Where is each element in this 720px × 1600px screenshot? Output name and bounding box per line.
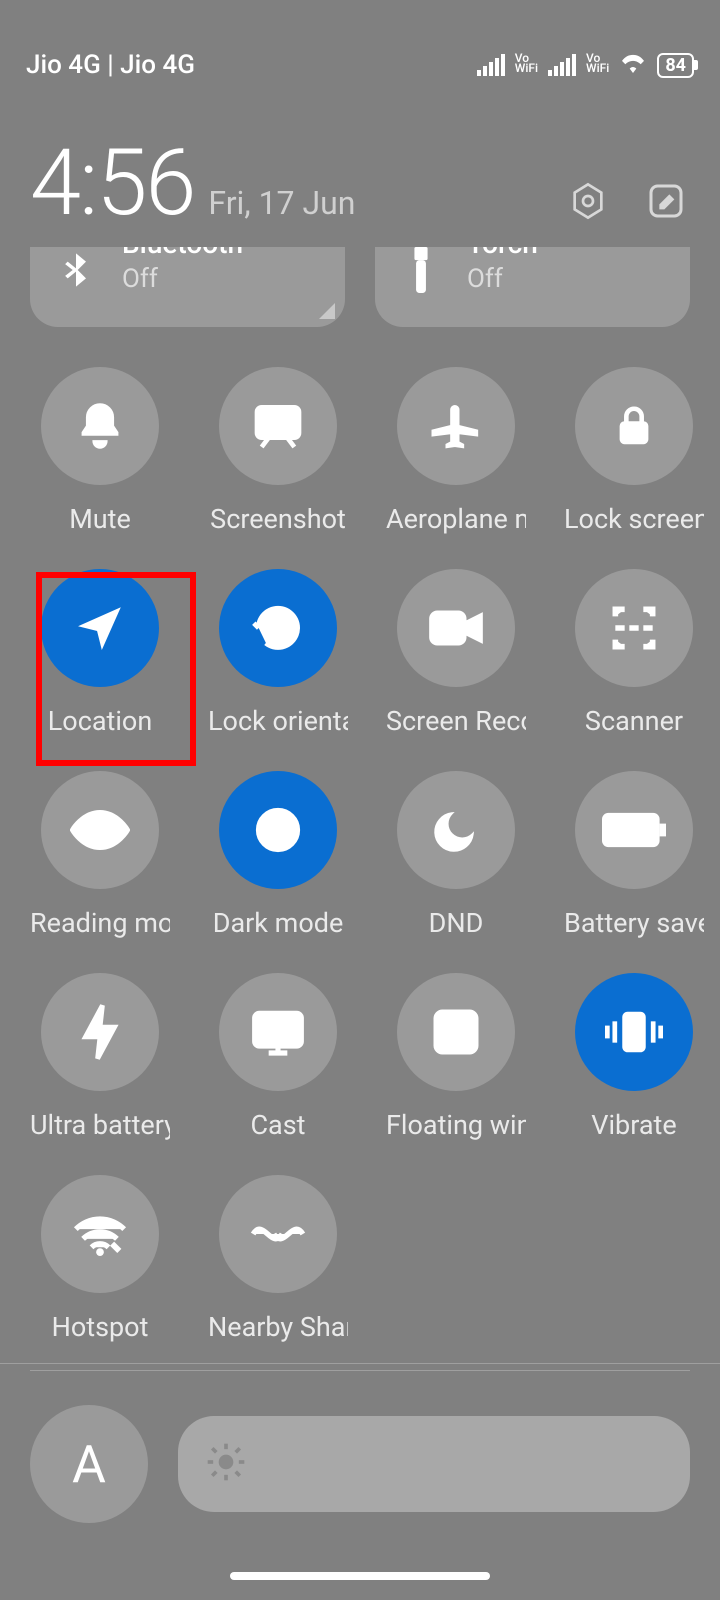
auto-brightness-label: A [72, 1434, 106, 1495]
carrier-label: Jio 4G | Jio 4G [26, 50, 195, 80]
tile-screenshot[interactable]: Screenshot [208, 367, 348, 535]
carrier-text: Jio 4G | Jio 4G [26, 50, 195, 80]
orientlock-icon[interactable] [219, 569, 337, 687]
clock-row: 4:56 Fri, 17 Jun [0, 130, 720, 247]
tile-label: Mute [69, 503, 131, 535]
tile-hotspot[interactable]: Hotspot [30, 1175, 170, 1343]
clock-date: Fri, 17 Jun [208, 184, 355, 222]
tile-battsaver[interactable]: Battery saver [564, 771, 704, 939]
tile-label: Scanner [585, 705, 683, 737]
tile-cast[interactable]: Cast [208, 973, 348, 1141]
tile-label: Screen Recorder [386, 705, 526, 737]
vowifi-icon: Vo WiFi [515, 53, 538, 73]
brightness-slider[interactable] [178, 1416, 690, 1512]
tile-label: Hotspot [52, 1311, 149, 1343]
tile-label: Battery saver [564, 907, 704, 939]
status-indicators: Vo WiFi Vo WiFi 84 [477, 50, 694, 80]
tile-location[interactable]: Location [30, 569, 170, 737]
tile-label: Lock orientation [208, 705, 348, 737]
cast-icon[interactable] [219, 973, 337, 1091]
settings-button[interactable] [564, 177, 612, 225]
torch-title: Torch [467, 247, 538, 260]
tile-screenrec[interactable]: Screen Recorder [386, 569, 526, 737]
bell-icon[interactable] [41, 367, 159, 485]
big-tile-row: Bluetooth Off Torch Off [0, 247, 720, 327]
quick-settings-grid: Mute Screenshot Aeroplane mode Lock screen L… [0, 327, 720, 1364]
tile-lockscreen[interactable]: Lock screen [564, 367, 704, 535]
tile-dnd[interactable]: DND [386, 771, 526, 939]
tile-ultrabatt[interactable]: Ultra battery [30, 973, 170, 1141]
tile-reading[interactable]: Reading mode [30, 771, 170, 939]
status-bar: Jio 4G | Jio 4G Vo WiFi Vo WiFi 84 [0, 0, 720, 130]
bolt-icon[interactable] [41, 973, 159, 1091]
tile-label: Dark mode [213, 907, 344, 939]
lock-icon[interactable] [575, 367, 693, 485]
tile-darkmode[interactable]: Dark mode [208, 771, 348, 939]
signal-bars-icon [548, 54, 576, 76]
auto-brightness-button[interactable]: A [30, 1405, 148, 1523]
torch-sub: Off [467, 264, 538, 294]
tile-vibrate[interactable]: Vibrate [564, 973, 704, 1141]
tile-nearby[interactable]: Nearby Share [208, 1175, 348, 1343]
tile-label: Ultra battery [30, 1109, 170, 1141]
edit-button[interactable] [642, 177, 690, 225]
tile-label: Cast [250, 1109, 305, 1141]
tile-scanner[interactable]: Scanner [564, 569, 704, 737]
floating-icon[interactable] [397, 973, 515, 1091]
torch-icon [397, 247, 445, 293]
tile-label: Vibrate [591, 1109, 676, 1141]
batteryplus-icon[interactable] [575, 771, 693, 889]
vowifi-icon: Vo WiFi [586, 53, 609, 73]
tile-floating[interactable]: Floating windows [386, 973, 526, 1141]
bluetooth-tile[interactable]: Bluetooth Off [30, 247, 345, 327]
tile-label: Nearby Share [208, 1311, 348, 1343]
location-icon[interactable] [41, 569, 159, 687]
clock-time: 4:56 [30, 130, 194, 237]
tile-mute[interactable]: Mute [30, 367, 170, 535]
tile-label: Floating windows [386, 1109, 526, 1141]
nearby-icon[interactable] [219, 1175, 337, 1293]
darkmode-icon[interactable] [219, 771, 337, 889]
hotspot-icon[interactable] [41, 1175, 159, 1293]
brightness-icon [204, 1440, 248, 1488]
tile-label: Location [48, 705, 152, 737]
brightness-row: A [0, 1371, 720, 1523]
tile-lockorient[interactable]: Lock orientation [208, 569, 348, 737]
eye-icon[interactable] [41, 771, 159, 889]
torch-tile[interactable]: Torch Off [375, 247, 690, 327]
signal-bars-icon [477, 54, 505, 76]
tile-label: Aeroplane mode [386, 503, 526, 535]
moon-icon[interactable] [397, 771, 515, 889]
tile-label: Screenshot [210, 503, 346, 535]
bluetooth-sub: Off [122, 264, 243, 294]
airplane-icon[interactable] [397, 367, 515, 485]
gesture-bar[interactable] [230, 1572, 490, 1580]
expand-icon[interactable] [319, 303, 335, 319]
screenshot-icon[interactable] [219, 367, 337, 485]
battery-text: 84 [665, 55, 686, 76]
wifi-icon [619, 50, 647, 80]
bluetooth-icon [52, 247, 100, 293]
tile-label: DND [429, 907, 484, 939]
bluetooth-title: Bluetooth [122, 247, 243, 260]
battery-indicator: 84 [657, 53, 694, 78]
vibrate-icon[interactable] [575, 973, 693, 1091]
videocam-icon[interactable] [397, 569, 515, 687]
tile-label: Lock screen [564, 503, 704, 535]
scanner-icon[interactable] [575, 569, 693, 687]
tile-label: Reading mode [30, 907, 170, 939]
tile-aeroplane[interactable]: Aeroplane mode [386, 367, 526, 535]
